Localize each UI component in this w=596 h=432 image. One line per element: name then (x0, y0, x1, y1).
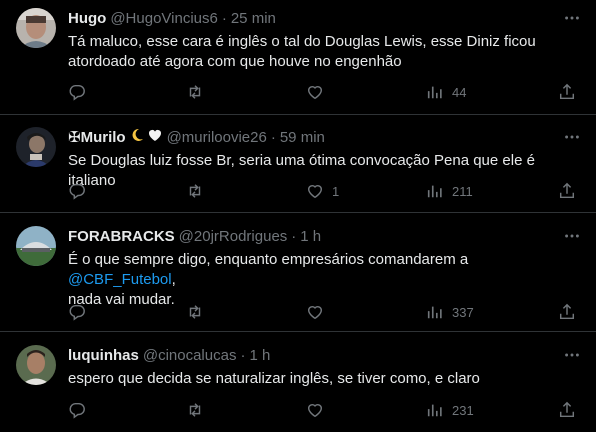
like-button[interactable]: 1 (306, 181, 339, 201)
avatar[interactable] (16, 8, 56, 48)
user-handle[interactable]: @20jrRodrigues (179, 228, 288, 245)
share-button[interactable] (558, 181, 576, 201)
tweet[interactable]: Hugo @HugoVincius6 · 25 min Tá maluco, e… (0, 0, 596, 115)
display-name[interactable]: Hugo (68, 10, 106, 27)
share-icon (559, 83, 575, 100)
reply-icon (69, 84, 85, 101)
share-icon (559, 401, 575, 418)
avatar[interactable] (16, 226, 56, 266)
view-count: 231 (452, 402, 474, 418)
share-button[interactable] (558, 400, 576, 420)
tweet-text: Tá maluco, esse cara é inglês o tal do D… (68, 33, 536, 70)
timestamp[interactable]: 25 min (231, 10, 276, 27)
like-icon (307, 306, 323, 320)
separator-dot: · (291, 227, 297, 245)
action-bar: 337 (68, 302, 588, 322)
timestamp[interactable]: 1 h (249, 347, 270, 364)
like-count: 1 (332, 183, 340, 199)
view-count: 211 (452, 183, 473, 199)
like-icon (307, 404, 323, 418)
display-name[interactable]: FORABRACKS (68, 228, 175, 245)
retweet-button[interactable] (186, 82, 204, 102)
timestamp[interactable]: 59 min (280, 129, 325, 146)
like-icon (307, 185, 323, 199)
retweet-button[interactable] (186, 181, 204, 201)
views-icon (427, 306, 442, 319)
more-icon[interactable] (562, 226, 582, 246)
tweet-header: Hugo @HugoVincius6 · 25 min (68, 8, 276, 28)
avatar[interactable] (16, 127, 56, 167)
tweet-text-part: , (171, 271, 176, 288)
views-icon (427, 185, 442, 198)
reply-button[interactable] (68, 302, 86, 322)
user-handle[interactable]: @cinocalucas (143, 347, 237, 364)
separator-dot: · (270, 128, 276, 146)
tweet[interactable]: luquinhas @cinocalucas · 1 h espero que … (0, 332, 596, 432)
views-icon (427, 404, 442, 417)
reply-button[interactable] (68, 181, 86, 201)
reply-icon (69, 183, 85, 200)
crescent-moon-icon (129, 127, 145, 147)
like-button[interactable] (306, 302, 332, 322)
display-name[interactable]: luquinhas (68, 347, 139, 364)
separator-dot: · (240, 346, 246, 364)
retweet-icon (189, 85, 201, 99)
reply-icon (69, 304, 85, 321)
more-icon[interactable] (562, 127, 582, 147)
action-bar: 1 211 (68, 181, 588, 201)
action-bar: 44 (68, 82, 588, 102)
like-icon (307, 86, 323, 100)
tweet-text: espero que decida se naturalizar inglês,… (68, 370, 480, 387)
tweet-text: É o que sempre digo, enquanto empresário… (68, 250, 578, 310)
like-button[interactable] (306, 82, 332, 102)
mention-link[interactable]: @CBF_Futebol (68, 271, 172, 288)
tweet[interactable]: FORABRACKS @20jrRodrigues · 1 h É o que … (0, 213, 596, 332)
share-icon (559, 303, 575, 320)
share-button[interactable] (558, 302, 576, 322)
reply-button[interactable] (68, 400, 86, 420)
retweet-icon (189, 305, 201, 319)
views-button[interactable]: 231 (426, 400, 474, 420)
view-count: 337 (452, 304, 474, 320)
share-icon (559, 182, 575, 199)
tweet[interactable]: ✠Murilo @muriloovie26 · 59 min Se Dougla… (0, 115, 596, 213)
more-icon[interactable] (562, 345, 582, 365)
reply-icon (69, 402, 85, 419)
white-heart-icon (147, 127, 163, 147)
reply-button[interactable] (68, 82, 86, 102)
tweet-text-part: É o que sempre digo, enquanto empresário… (68, 251, 469, 268)
retweet-button[interactable] (186, 400, 204, 420)
separator-dot: · (221, 9, 227, 27)
views-button[interactable]: 337 (426, 302, 474, 322)
view-count: 44 (452, 84, 467, 100)
views-icon (427, 86, 442, 99)
tweet-header: ✠Murilo @muriloovie26 · 59 min (68, 127, 325, 147)
avatar[interactable] (16, 345, 56, 385)
user-handle[interactable]: @HugoVincius6 (110, 10, 218, 27)
timestamp[interactable]: 1 h (300, 228, 321, 245)
action-bar: 231 (68, 400, 588, 420)
share-button[interactable] (558, 82, 576, 102)
display-name[interactable]: ✠Murilo (68, 128, 126, 146)
tweet-header: FORABRACKS @20jrRodrigues · 1 h (68, 226, 321, 246)
tweet-header: luquinhas @cinocalucas · 1 h (68, 345, 270, 365)
like-button[interactable] (306, 400, 332, 420)
retweet-icon (189, 403, 201, 417)
retweet-icon (189, 184, 201, 198)
views-button[interactable]: 44 (426, 82, 466, 102)
user-handle[interactable]: @muriloovie26 (167, 129, 267, 146)
views-button[interactable]: 211 (426, 181, 473, 201)
retweet-button[interactable] (186, 302, 204, 322)
more-icon[interactable] (562, 8, 582, 28)
